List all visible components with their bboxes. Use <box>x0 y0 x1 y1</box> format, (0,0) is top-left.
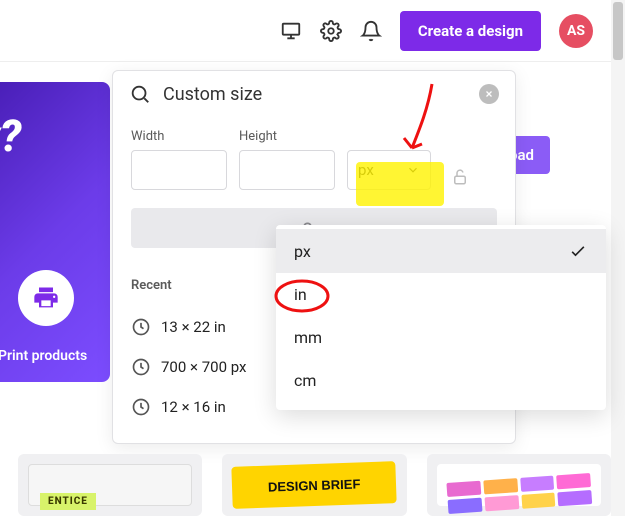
clock-icon <box>131 317 151 337</box>
unit-option-in[interactable]: in <box>276 273 606 316</box>
top-bar: Create a design AS <box>0 0 611 62</box>
hero-banner: y? Print products oad <box>0 82 110 382</box>
recent-item-label: 13 × 22 in <box>161 318 226 336</box>
unit-menu: px in mm cm <box>276 225 606 410</box>
unit-option-label: px <box>294 242 311 261</box>
check-icon <box>568 241 588 261</box>
lock-open-icon <box>451 168 469 186</box>
scrollbar-thumb[interactable] <box>613 2 623 60</box>
gear-icon[interactable] <box>320 20 342 42</box>
close-icon <box>478 89 500 99</box>
width-field: Width <box>131 129 227 190</box>
height-field: Height <box>239 129 335 190</box>
print-products-label[interactable]: Print products <box>0 348 87 364</box>
hero-text-fragment: y? <box>0 110 21 162</box>
unit-option-label: in <box>294 285 307 304</box>
search-icon <box>129 83 151 105</box>
clock-icon <box>131 357 151 377</box>
unit-option-mm[interactable]: mm <box>276 316 606 359</box>
unit-dropdown[interactable]: px <box>347 150 431 190</box>
template-thumb-tag: ENTICE <box>40 493 96 510</box>
unit-selected-label: px <box>358 161 374 179</box>
width-label: Width <box>131 129 227 144</box>
search-row <box>113 71 515 115</box>
height-input[interactable] <box>239 150 335 190</box>
unit-option-cm[interactable]: cm <box>276 359 606 402</box>
lock-aspect-button[interactable] <box>451 168 469 190</box>
bell-icon[interactable] <box>360 20 382 42</box>
unit-option-label: cm <box>294 371 316 390</box>
create-design-button[interactable]: Create a design <box>400 11 541 51</box>
search-input[interactable] <box>163 84 467 105</box>
template-thumb[interactable]: ENTICE <box>18 454 202 516</box>
clear-search-button[interactable] <box>479 84 499 104</box>
template-thumb-title: DESIGN BRIEF <box>268 476 361 494</box>
recent-item-label: 700 × 700 px <box>161 358 247 376</box>
height-label: Height <box>239 129 335 144</box>
print-products-icon[interactable] <box>18 270 74 326</box>
template-thumb[interactable] <box>427 454 611 516</box>
avatar[interactable]: AS <box>559 14 593 48</box>
chevron-down-icon <box>406 163 420 177</box>
unit-option-px[interactable]: px <box>276 229 606 273</box>
desktop-icon[interactable] <box>280 20 302 42</box>
dimensions-row: Width Height px <box>113 115 515 190</box>
template-thumb[interactable]: DESIGN BRIEF <box>222 454 406 516</box>
width-input[interactable] <box>131 150 227 190</box>
recent-item-label: 12 × 16 in <box>161 398 226 416</box>
clock-icon <box>131 397 151 417</box>
window-scrollbar[interactable] <box>611 0 625 516</box>
template-thumbnails: ENTICE DESIGN BRIEF <box>18 454 611 516</box>
unit-option-label: mm <box>294 328 322 347</box>
